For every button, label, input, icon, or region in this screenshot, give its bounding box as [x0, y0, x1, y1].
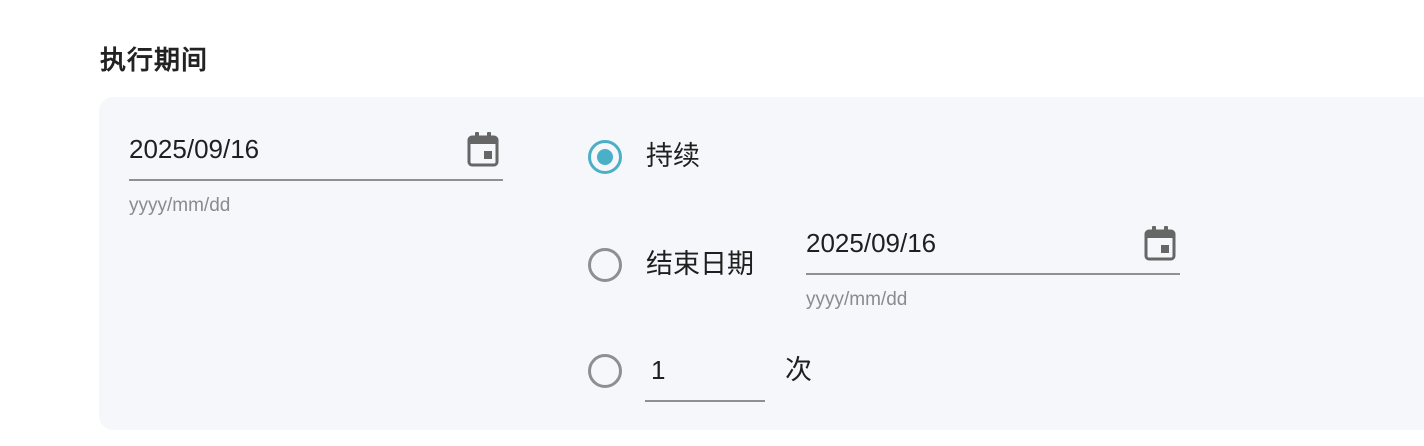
end-date-label[interactable]: 结束日期 [646, 247, 754, 283]
continuous-label[interactable]: 持续 [646, 139, 700, 175]
count-radio[interactable] [588, 354, 622, 388]
start-date-value[interactable]: 2025/09/16 [129, 131, 259, 167]
end-date-radio[interactable] [588, 248, 622, 282]
end-date-underline [806, 273, 1180, 275]
start-date-underline [129, 179, 503, 181]
section-title: 执行期间 [100, 46, 209, 76]
end-date-hint: yyyy/mm/dd [806, 289, 908, 310]
start-date-field[interactable]: 2025/09/16 yyyy/mm/dd [129, 131, 503, 221]
end-date-value[interactable]: 2025/09/16 [806, 225, 936, 261]
count-value[interactable]: 1 [651, 352, 665, 388]
count-unit-label: 次 [785, 355, 812, 386]
continuous-radio[interactable] [588, 140, 622, 174]
start-date-hint: yyyy/mm/dd [129, 195, 231, 216]
calendar-icon[interactable] [1144, 225, 1176, 261]
count-underline [645, 400, 765, 402]
calendar-icon[interactable] [467, 131, 499, 167]
end-date-field[interactable]: 2025/09/16 yyyy/mm/dd [806, 225, 1180, 315]
